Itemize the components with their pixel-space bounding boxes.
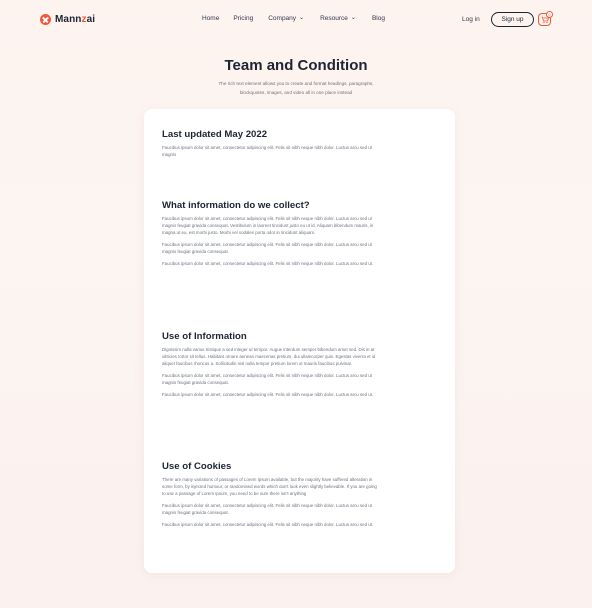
page-subtitle: The rich text element allows you to crea… — [218, 81, 374, 95]
section-last-updated: Last updated May 2022 Faucibus ipsum dol… — [162, 129, 380, 163]
section-paragraph: Faucibus ipsum dolor sit amet, consectet… — [162, 522, 374, 528]
section-heading: Use of Information — [162, 331, 247, 342]
brand-logo[interactable]: Mannzai — [40, 14, 95, 25]
nav-link-label: Pricing — [233, 15, 254, 22]
nav-link-home[interactable]: Home — [202, 15, 219, 22]
section-paragraph: Faucibus ipsum dolor sit amet, consectet… — [162, 503, 372, 516]
section-paragraph: Faucibus ipsum dolor sit amet, consectet… — [162, 242, 372, 255]
nav-link-resource[interactable]: Resource ⌄ — [320, 15, 356, 22]
nav-link-label: Blog — [371, 15, 385, 22]
chevron-down-icon: ⌄ — [350, 15, 356, 21]
section-use-of-cookies: Use of Cookies There are many variations… — [162, 461, 380, 533]
section-heading: Last updated May 2022 — [162, 129, 268, 140]
section-information-collected: What information do we collect? Faucibus… — [162, 200, 380, 272]
section-heading: Use of Cookies — [162, 461, 232, 472]
nav-link-company[interactable]: Company ⌄ — [268, 15, 304, 22]
chevron-down-icon: ⌄ — [299, 15, 305, 21]
login-link[interactable]: Log in — [462, 16, 480, 23]
section-paragraph: There are many variations of passages of… — [162, 477, 377, 497]
cart-count-badge: 0 — [546, 11, 553, 18]
main-menu: Home Pricing Company ⌄ Resource ⌄ Blog — [202, 15, 385, 22]
top-navbar: Mannzai Home Pricing Company ⌄ Resource … — [0, 0, 592, 40]
nav-link-blog[interactable]: Blog — [372, 15, 385, 22]
section-use-of-information: Use of Information Dignissim nulla variu… — [162, 331, 380, 403]
terms-content-card: Last updated May 2022 Faucibus ipsum dol… — [144, 109, 455, 573]
brand-logo-icon — [40, 14, 51, 25]
nav-link-pricing[interactable]: Pricing — [233, 15, 253, 22]
section-paragraph: Dignissim nulla varius tristique a sed i… — [162, 347, 376, 367]
section-paragraph: Faucibus ipsum dolor sit amet, consectet… — [162, 392, 374, 398]
signup-button[interactable]: Sign up — [491, 12, 534, 27]
section-heading: What information do we collect? — [162, 200, 310, 211]
nav-link-label: Home — [202, 15, 220, 22]
page-title: Team and Condition — [224, 57, 368, 74]
nav-link-label: Resource — [320, 15, 348, 22]
section-paragraph: Faucibus ipsum dolor sit amet, consectet… — [162, 373, 372, 386]
section-paragraph: Faucibus ipsum dolor sit amet, consectet… — [162, 216, 374, 236]
section-paragraph: Faucibus ipsum dolor sit amet, consectet… — [162, 145, 372, 158]
section-paragraph: Faucibus ipsum dolor sit amet, consectet… — [162, 261, 374, 267]
brand-name: Mannzai — [55, 14, 96, 25]
nav-link-label: Company — [268, 15, 297, 22]
